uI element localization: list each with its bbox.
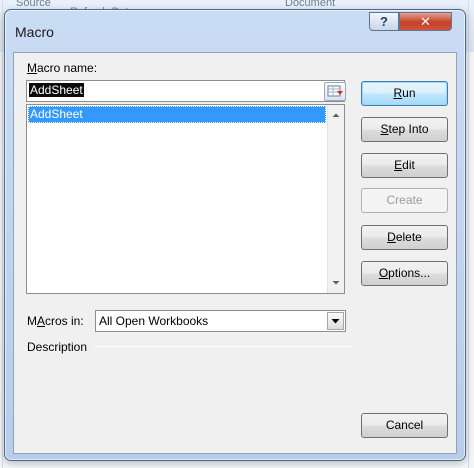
create-button: Create [361,188,448,213]
macro-name-input[interactable]: AddSheet [26,80,345,102]
label-text: M [27,314,37,328]
dialog-title: Macro [15,24,54,40]
label-text: cros in: [45,314,84,328]
scroll-up-icon[interactable] [328,107,344,123]
macros-in-select[interactable]: All Open Workbooks [95,310,346,332]
list-scrollbar[interactable] [327,105,344,293]
step-into-button[interactable]: Step Into [361,117,448,142]
description-label: Description [27,340,88,354]
button-label: elete [395,230,422,244]
macro-name-value: AddSheet [29,83,84,97]
macro-list[interactable]: AddSheet [26,104,345,294]
run-button[interactable]: Run [361,81,448,106]
delete-button[interactable]: Delete [361,225,448,250]
macros-in-label: MAcros in: [27,314,84,328]
grid-line [468,0,469,468]
access-key: A [37,314,46,328]
access-key: E [394,158,403,172]
close-icon: ✕ [420,14,431,29]
chevron-down-icon [331,319,340,324]
description-divider [94,346,352,347]
label-text: acro name: [37,61,98,75]
collapse-dialog-button[interactable] [324,82,346,101]
dropdown-button[interactable] [327,312,344,330]
macro-dialog: Macro ? ✕ Macro name: AddSheet AddSheet [4,9,466,461]
edit-button[interactable]: Edit [361,153,448,178]
access-key: O [378,266,389,280]
macros-in-value: All Open Workbooks [99,314,209,328]
access-key: D [387,230,396,244]
list-item[interactable]: AddSheet [28,106,326,123]
options-button[interactable]: Options... [361,261,448,286]
button-label: reate [395,193,423,207]
scroll-down-icon[interactable] [328,275,344,291]
button-label: tep Into [388,122,429,136]
range-select-icon [327,85,343,97]
access-key: R [393,86,403,100]
macro-name-label: Macro name: [27,61,97,75]
access-key: C [386,193,396,207]
cancel-button[interactable]: Cancel [361,413,448,438]
title-bar[interactable]: Macro ? ✕ [5,10,465,52]
ribbon-text: Source [16,0,51,9]
close-button[interactable]: ✕ [399,12,452,31]
button-label: ptions... [388,266,431,280]
dialog-body: Macro name: AddSheet AddSheet MAcros in:… [13,52,457,454]
button-label: un [402,86,416,100]
help-button[interactable]: ? [369,12,399,31]
access-key: M [27,61,37,75]
button-label: dit [402,158,415,172]
ribbon-text: Document [285,0,336,9]
grid-line [2,0,3,468]
